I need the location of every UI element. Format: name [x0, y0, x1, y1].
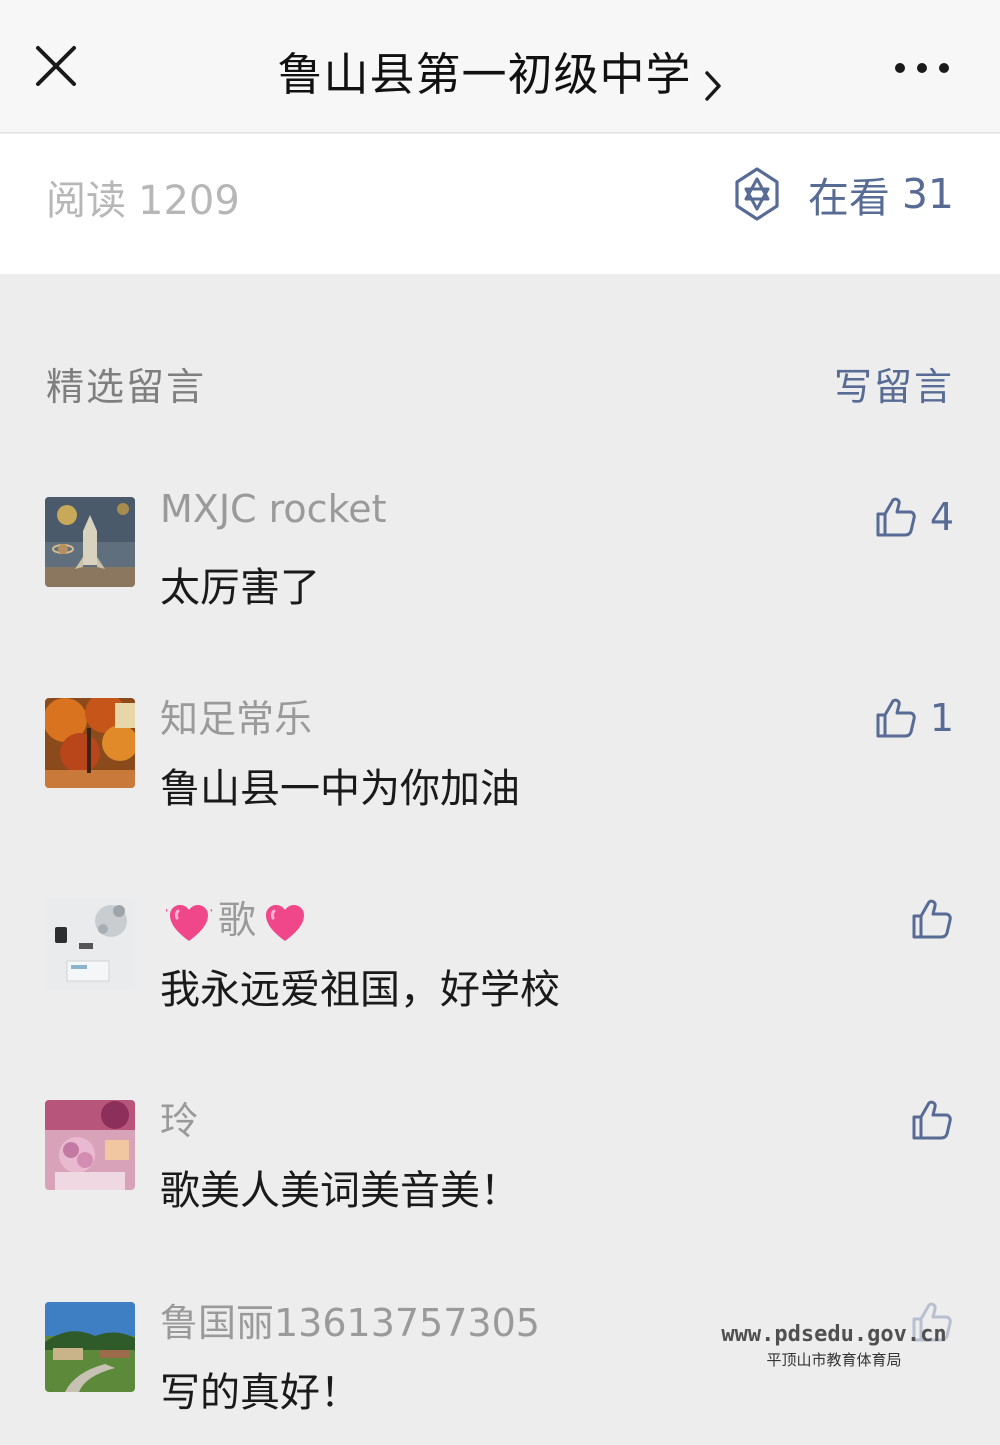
- heart-emoji-icon: [166, 904, 212, 941]
- looking-number: 31: [901, 170, 954, 218]
- comment-text: 太厉害了: [160, 565, 320, 611]
- looking-star-icon: [735, 167, 779, 221]
- watermark-org: 平顶山市教育体育局: [766, 1351, 902, 1369]
- comment-nickname: 玲: [160, 1099, 199, 1143]
- comment-nickname: 歌: [160, 889, 314, 945]
- thumbs-up-icon: [876, 698, 916, 738]
- avatar[interactable]: [45, 1100, 135, 1190]
- looking-button[interactable]: 在看 31: [730, 164, 954, 224]
- heart-emoji-icon: [266, 904, 305, 941]
- avatar[interactable]: [45, 899, 135, 989]
- like-count: 1: [929, 696, 954, 740]
- more-button[interactable]: [894, 60, 950, 76]
- avatar[interactable]: [45, 1302, 135, 1392]
- chevron-right-icon: [704, 70, 721, 101]
- comment-nickname: 鲁国丽13613757305: [160, 1301, 540, 1345]
- thumbs-up-icon: [876, 497, 916, 537]
- comment-text: 鲁山县一中为你加油: [160, 766, 520, 812]
- like-button[interactable]: [910, 897, 954, 941]
- looking-label: 在看: [807, 174, 890, 222]
- like-button[interactable]: 1: [874, 696, 954, 740]
- write-comment-button[interactable]: 写留言: [834, 356, 954, 411]
- read-label: 阅读: [46, 178, 126, 224]
- thumbs-up-icon: [912, 899, 952, 939]
- page-title: 鲁山县第一初级中学: [277, 48, 692, 101]
- avatar[interactable]: [45, 497, 135, 587]
- like-button[interactable]: 4: [874, 495, 954, 539]
- comment-text: 歌美人美词美音美！: [160, 1168, 520, 1214]
- watermark-url: www.pdsedu.gov.cn: [721, 1322, 947, 1347]
- featured-comments-title: 精选留言: [46, 365, 207, 409]
- comment-item: 知足常乐 鲁山县一中为你加油 1: [0, 696, 1000, 848]
- read-number: 1209: [138, 178, 240, 224]
- thumbs-up-icon: [912, 1100, 952, 1140]
- avatar[interactable]: [45, 698, 135, 788]
- comment-nickname-text: 歌: [218, 898, 257, 942]
- comment-item: 歌 我永远爱祖国，好学校: [0, 897, 1000, 1049]
- like-count: 4: [929, 495, 954, 539]
- account-title-link[interactable]: 鲁山县第一初级中学: [0, 38, 1000, 103]
- comment-text: 写的真好！: [160, 1370, 360, 1416]
- comment-nickname: 知足常乐: [160, 697, 313, 741]
- comment-nickname: MXJC rocket: [160, 487, 387, 531]
- like-button[interactable]: [910, 1098, 954, 1142]
- comment-text: 我永远爱祖国，好学校: [160, 967, 560, 1013]
- top-bar: 鲁山县第一初级中学: [0, 0, 1000, 133]
- watermark: www.pdsedu.gov.cn 平顶山市教育体育局: [718, 1322, 950, 1370]
- comment-item: MXJC rocket 太厉害了 4: [0, 487, 1000, 647]
- read-count: 阅读 1209: [46, 168, 240, 226]
- comment-item: 玲 歌美人美词美音美！: [0, 1098, 1000, 1250]
- more-icon: [895, 63, 949, 73]
